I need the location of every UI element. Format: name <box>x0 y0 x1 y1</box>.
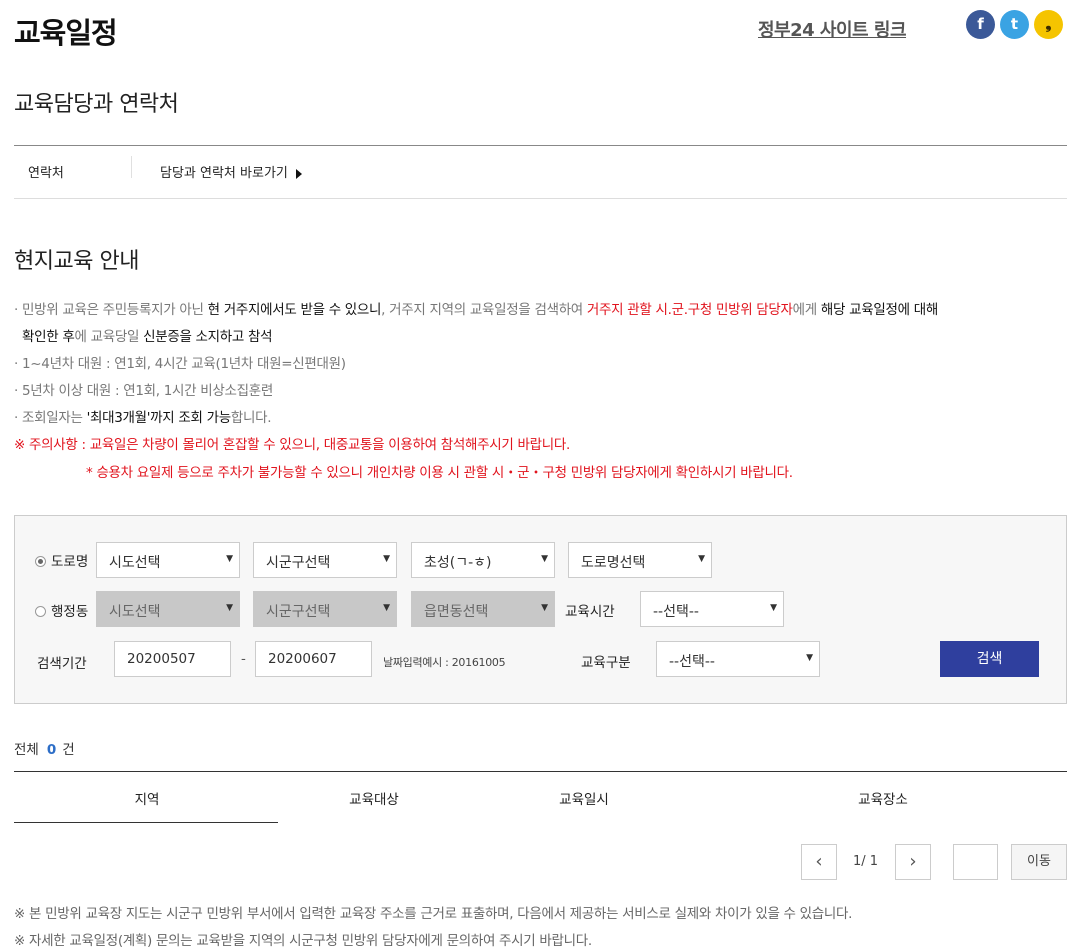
page-info: 1/ 1 <box>853 854 879 869</box>
admin-radio[interactable]: 행정동 <box>35 600 88 620</box>
contact-label: 연락처 <box>28 166 64 181</box>
period-label: 검색기간 <box>37 656 87 672</box>
column-header-target: 교육대상 <box>349 792 399 808</box>
road-sigungu-select[interactable]: 시군구선택 <box>253 542 397 578</box>
go-page-button[interactable]: 이동 <box>1011 844 1067 880</box>
edu-time-label: 교육시간 <box>565 604 615 620</box>
admin-radio-label: 행정동 <box>51 604 89 620</box>
kakaostory-share-icon[interactable]: ❟ <box>1034 10 1063 39</box>
road-initial-select[interactable]: 초성(ㄱ-ㅎ) <box>411 542 555 578</box>
date-separator: - <box>241 651 246 667</box>
notice-emphasis: 확인한 후 <box>22 329 75 345</box>
admin-sigungu-select: 시군구선택 <box>253 591 397 627</box>
arrow-right-icon <box>295 168 302 179</box>
column-header-place: 교육장소 <box>858 792 908 808</box>
notice-emphasis: 해당 교육일정에 대해 <box>820 302 938 318</box>
date-from-input[interactable]: 20200507 <box>114 641 231 677</box>
total-prefix: 전체 <box>14 742 39 758</box>
prev-page-button[interactable]: ‹ <box>801 844 837 880</box>
column-header-region: 지역 <box>134 792 160 808</box>
divider <box>131 156 132 178</box>
next-page-button[interactable]: › <box>895 844 931 880</box>
notice-emphasis: 신분증을 소지하고 참석 <box>143 329 273 345</box>
admin-dong-select: 읍면동선택 <box>411 591 555 627</box>
notice-line-1: · 민방위 교육은 주민등록지가 아닌 현 거주지에서도 받을 수 있으니, 거… <box>14 298 1067 318</box>
notice-text: 에게 <box>792 302 821 318</box>
gov24-site-link[interactable]: 정부24 사이트 링크 <box>758 16 907 42</box>
footer-note-2: ※ 자세한 교육일정(계획) 문의는 교육받을 지역의 시군구청 민방위 담당자… <box>14 933 592 949</box>
edu-time-select[interactable]: --선택-- <box>640 591 784 627</box>
divider <box>14 822 278 823</box>
footer-note-1: ※ 본 민방위 교육장 지도는 시군구 민방위 부서에서 입력한 교육장 주소를… <box>14 906 853 922</box>
total-suffix: 건 <box>62 742 75 758</box>
page-title: 교육일정 <box>14 16 118 50</box>
contact-heading: 교육담당과 연락처 <box>14 92 179 117</box>
notice-text: , 거주지 지역의 교육일정을 검색하여 <box>381 302 587 318</box>
facebook-share-icon[interactable]: f <box>966 10 995 39</box>
road-sido-select[interactable]: 시도선택 <box>96 542 240 578</box>
notice-line-3: · 1~4년차 대원 : 연1회, 4시간 교육(1년차 대원=신편대원) <box>14 356 346 372</box>
column-header-datetime: 교육일시 <box>559 792 609 808</box>
notice-emphasis: 현 거주지에서도 받을 수 있으니 <box>207 302 382 318</box>
admin-sido-select: 시도선택 <box>96 591 240 627</box>
notice-line-4: · 5년차 이상 대원 : 연1회, 1시간 비상소집훈련 <box>14 383 273 399</box>
onsite-heading: 현지교육 안내 <box>14 249 139 274</box>
notice-line-2: 확인한 후에 교육당일 신분증을 소지하고 참석 <box>22 325 1075 345</box>
notice-red-text: 거주지 관할 시.군.구청 민방위 담당자 <box>586 302 793 318</box>
date-to-input[interactable]: 20200607 <box>255 641 372 677</box>
road-name-select[interactable]: 도로명선택 <box>568 542 712 578</box>
result-total: 전체 0 건 <box>14 738 75 758</box>
notice-line-5: · 조회일자는 '최대3개월'까지 조회 가능합니다. <box>14 406 1067 426</box>
notice-text: · 조회일자는 <box>14 410 87 426</box>
warning-line-1: ※ 주의사항 : 교육일은 차량이 몰리어 혼잡할 수 있으니, 대중교통을 이… <box>14 437 570 453</box>
contact-bar: 연락처 담당과 연락처 바로가기 <box>14 145 1067 199</box>
search-panel: 도로명 시도선택 시군구선택 초성(ㄱ-ㅎ) 도로명선택 행정동 시도선택 시군… <box>14 515 1067 704</box>
road-radio[interactable]: 도로명 <box>35 550 88 570</box>
page-number-input[interactable] <box>953 844 998 880</box>
notice-text: 합니다. <box>230 410 272 426</box>
notice-emphasis: '최대3개월'까지 조회 가능 <box>86 410 232 426</box>
notice-text: · 민방위 교육은 주민등록지가 아닌 <box>14 302 208 318</box>
search-button[interactable]: 검색 <box>940 641 1039 677</box>
results-table-header: 지역 교육대상 교육일시 교육장소 <box>14 771 1067 823</box>
contact-shortcut-link[interactable]: 담당과 연락처 바로가기 <box>160 162 302 181</box>
edu-type-select[interactable]: --선택-- <box>656 641 820 677</box>
radio-checked-icon <box>35 556 46 567</box>
date-hint: 날짜입력예시 : 20161005 <box>383 656 506 669</box>
radio-unchecked-icon <box>35 606 46 617</box>
notice-text: 에 교육당일 <box>74 329 144 345</box>
total-count: 0 <box>46 742 57 758</box>
road-radio-label: 도로명 <box>51 554 89 570</box>
warning-line-2: * 승용차 요일제 등으로 주차가 불가능할 수 있으니 개인차량 이용 시 관… <box>86 465 793 481</box>
twitter-share-icon[interactable]: t <box>1000 10 1029 39</box>
contact-shortcut-label: 담당과 연락처 바로가기 <box>160 166 288 181</box>
edu-type-label: 교육구분 <box>581 655 631 671</box>
